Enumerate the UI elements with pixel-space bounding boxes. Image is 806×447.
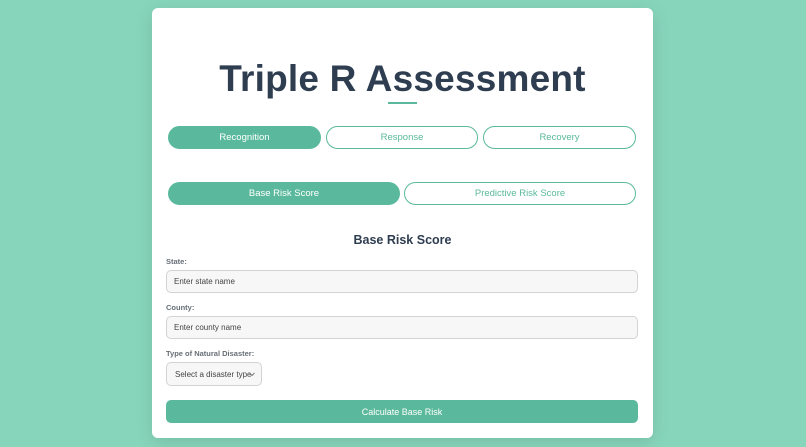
chevron-down-icon — [249, 372, 255, 377]
state-label: State: — [166, 257, 187, 266]
state-input[interactable] — [166, 270, 638, 293]
disaster-type-select[interactable]: Select a disaster type — [166, 362, 262, 386]
tab-recognition[interactable]: Recognition — [168, 126, 321, 149]
title-divider — [388, 102, 417, 104]
tab-response[interactable]: Response — [326, 126, 478, 149]
subtab-predictive-risk-score[interactable]: Predictive Risk Score — [404, 182, 636, 205]
page-title: Triple R Assessment — [219, 58, 586, 99]
calculate-base-risk-button[interactable]: Calculate Base Risk — [166, 400, 638, 423]
assessment-card: Triple R Assessment Recognition Response… — [152, 8, 653, 438]
section-title: Base Risk Score — [353, 233, 452, 247]
tab-recovery[interactable]: Recovery — [483, 126, 636, 149]
subtab-base-risk-score[interactable]: Base Risk Score — [168, 182, 400, 205]
disaster-type-selected: Select a disaster type — [175, 369, 252, 379]
disaster-type-label: Type of Natural Disaster: — [166, 349, 255, 358]
county-input[interactable] — [166, 316, 638, 339]
county-label: County: — [166, 303, 195, 312]
